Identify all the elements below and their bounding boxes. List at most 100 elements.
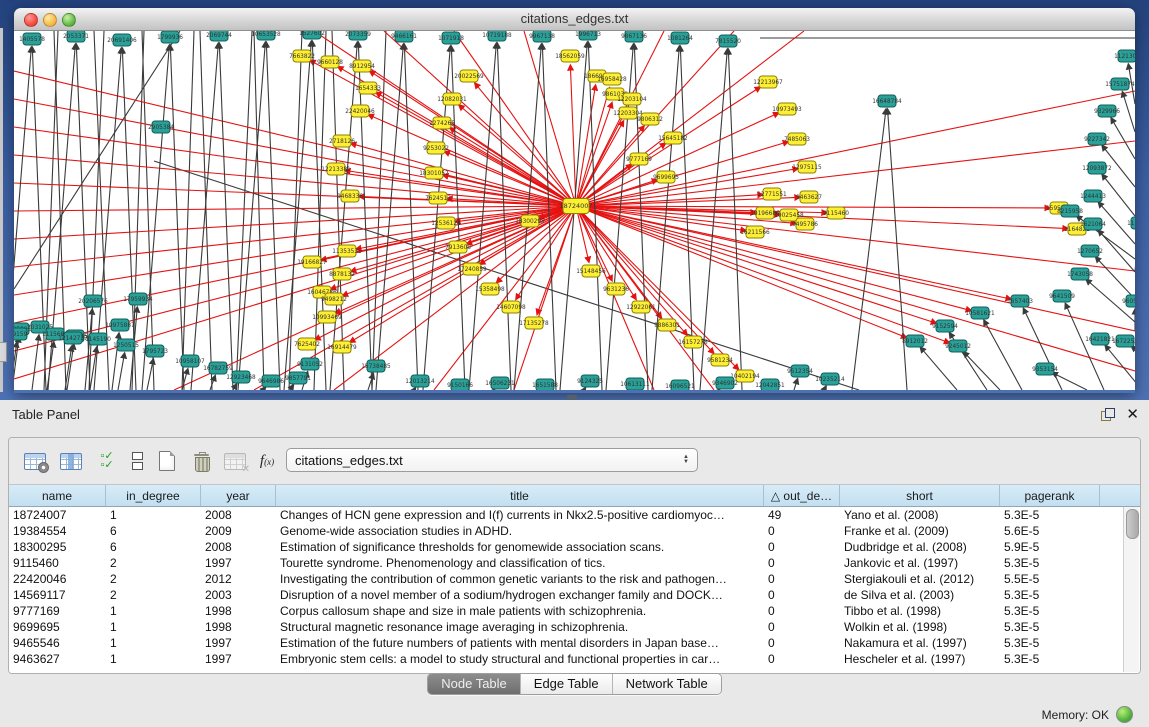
network-edge [210, 376, 215, 390]
table-row[interactable]: 1456911722003Disruption of a novel membe… [9, 587, 1140, 603]
node-label: 10993469 [312, 315, 342, 321]
node-label: 9495786 [792, 222, 818, 228]
node-label: 17959934 [123, 297, 153, 303]
node-label: 8912954 [349, 64, 375, 70]
node-label: 9253022 [423, 146, 449, 152]
column-header-4[interactable]: △ out_de… [764, 485, 840, 506]
node-label: 20206576 [78, 299, 108, 305]
network-edge [1065, 303, 1104, 390]
table-row[interactable]: 2242004622012Investigating the contribut… [9, 571, 1140, 587]
column-header-1[interactable]: in_degree [106, 485, 201, 506]
network-edge [964, 352, 1000, 390]
table-cell: 1997 [201, 651, 276, 667]
network-edge [191, 43, 218, 390]
node-label: 12923468 [226, 375, 256, 381]
node-label: 16157278 [678, 340, 708, 346]
table-row[interactable]: 1938455462009Genome-wide association stu… [9, 523, 1140, 539]
table-cell: Structural magnetic resonance image aver… [276, 619, 764, 635]
select-all-columns-button[interactable]: ▫✓▫✓ [93, 447, 121, 475]
table-row[interactable]: 1830029562008Estimation of significance … [9, 539, 1140, 555]
float-panel-icon[interactable] [1101, 408, 1115, 421]
network-edge [570, 65, 576, 206]
side-panel-edge [0, 28, 3, 392]
table-cell: 5.3E-5 [1000, 619, 1100, 635]
table-row[interactable]: 977716911998Corpus callosum shape and si… [9, 603, 1140, 619]
table-toolbar: ▫✓▫✓ ✕ f(x) citations_edges.txt ▲▼ [9, 438, 1140, 485]
node-label: 17135278 [519, 321, 549, 327]
network-edge [852, 109, 886, 390]
column-header-0[interactable]: name [9, 485, 106, 506]
network-edge [414, 388, 416, 390]
node-label: 1274265 [429, 121, 455, 127]
node-label: 9699695 [653, 175, 679, 181]
table-row[interactable]: 911546021997Tourette syndrome. Phenomeno… [9, 555, 1140, 571]
node-label: 2718126 [329, 139, 355, 145]
vertical-scrollbar[interactable] [1123, 507, 1139, 672]
table-row[interactable]: 969969511998Structural magnetic resonanc… [9, 619, 1140, 635]
table-cell: 9465546 [9, 635, 106, 651]
new-column-button[interactable] [153, 447, 181, 475]
node-label: 1527602 [299, 31, 325, 37]
network-edge [370, 71, 576, 206]
table-cell: 49 [764, 507, 840, 523]
node-label: 9886301 [654, 323, 680, 329]
network-edge [14, 31, 180, 289]
network-edge [182, 31, 194, 390]
network-edge [584, 388, 586, 390]
table-cell: Franke et al. (2009) [840, 523, 1000, 539]
tab-node-table[interactable]: Node Table [428, 674, 521, 694]
network-edge [576, 206, 1135, 271]
node-label: 10719188 [482, 33, 512, 39]
table-cell: 0 [764, 635, 840, 651]
node-label: 19166827 [297, 260, 327, 266]
network-edge [824, 386, 826, 390]
side-panel-handle[interactable] [0, 342, 7, 362]
tab-edge-table[interactable]: Edge Table [521, 674, 613, 694]
table-cell: 18300295 [9, 539, 106, 555]
node-label: 20022569 [454, 74, 484, 80]
table-row[interactable]: 1872400712008Changes of HCN gene express… [9, 507, 1140, 523]
row-height-button[interactable] [123, 447, 151, 475]
table-cell: Nakamura et al. (1997) [840, 635, 1000, 651]
node-label: 16782759 [203, 366, 233, 372]
table-source-dropdown[interactable]: citations_edges.txt ▲▼ [286, 448, 698, 472]
scrollbar-thumb[interactable] [1126, 509, 1139, 539]
table-cell: 9115460 [9, 555, 106, 571]
column-header-6[interactable]: pagerank [1000, 485, 1100, 506]
node-label: 2073359 [345, 32, 371, 38]
node-label: 16096521 [665, 384, 695, 390]
column-header-3[interactable]: title [276, 485, 764, 506]
node-label: 1405578 [19, 37, 45, 43]
network-edge [290, 385, 294, 390]
memory-status-indicator[interactable] [1116, 706, 1133, 723]
column-header-2[interactable]: year [201, 485, 276, 506]
table-cell: 2012 [201, 571, 276, 587]
table-body: 1872400712008Changes of HCN gene express… [9, 507, 1140, 667]
delete-column-button[interactable] [187, 447, 215, 475]
table-cell: 9777169 [9, 603, 106, 619]
node-label: 10613111 [620, 382, 650, 388]
node-label: 1121305 [1114, 54, 1135, 60]
table-row[interactable]: 946554611997Estimation of the future num… [9, 635, 1140, 651]
table-cell: Yano et al. (2008) [840, 507, 1000, 523]
table-cell: Changes of HCN gene expression and I(f) … [276, 507, 764, 523]
network-window-titlebar[interactable]: citations_edges.txt [14, 8, 1135, 31]
node-label: 1651588 [532, 383, 558, 389]
node-label: 7624513 [425, 196, 451, 202]
node-label: 15645182 [658, 136, 688, 142]
citation-network-graph[interactable]: 1872400718300295766382296601288912954165… [14, 31, 1135, 390]
close-panel-icon[interactable]: ✕ [1126, 405, 1139, 423]
table-cell: 0 [764, 571, 840, 587]
function-builder-button[interactable]: f(x) [253, 447, 281, 475]
table-cell: 1 [106, 635, 201, 651]
column-header-5[interactable]: short [840, 485, 1000, 506]
node-label: 12771551 [757, 192, 787, 198]
table-cell: 1 [106, 507, 201, 523]
show-columns-button[interactable] [57, 447, 85, 475]
table-settings-button[interactable] [21, 447, 49, 475]
node-label: 9124325 [577, 379, 603, 385]
network-view-canvas[interactable]: 1872400718300295766382296601288912954165… [14, 31, 1135, 390]
table-row[interactable]: 946362711997Embryonic stem cells: a mode… [9, 651, 1140, 667]
tab-network-table[interactable]: Network Table [613, 674, 721, 694]
table-cell: 22420046 [9, 571, 106, 587]
